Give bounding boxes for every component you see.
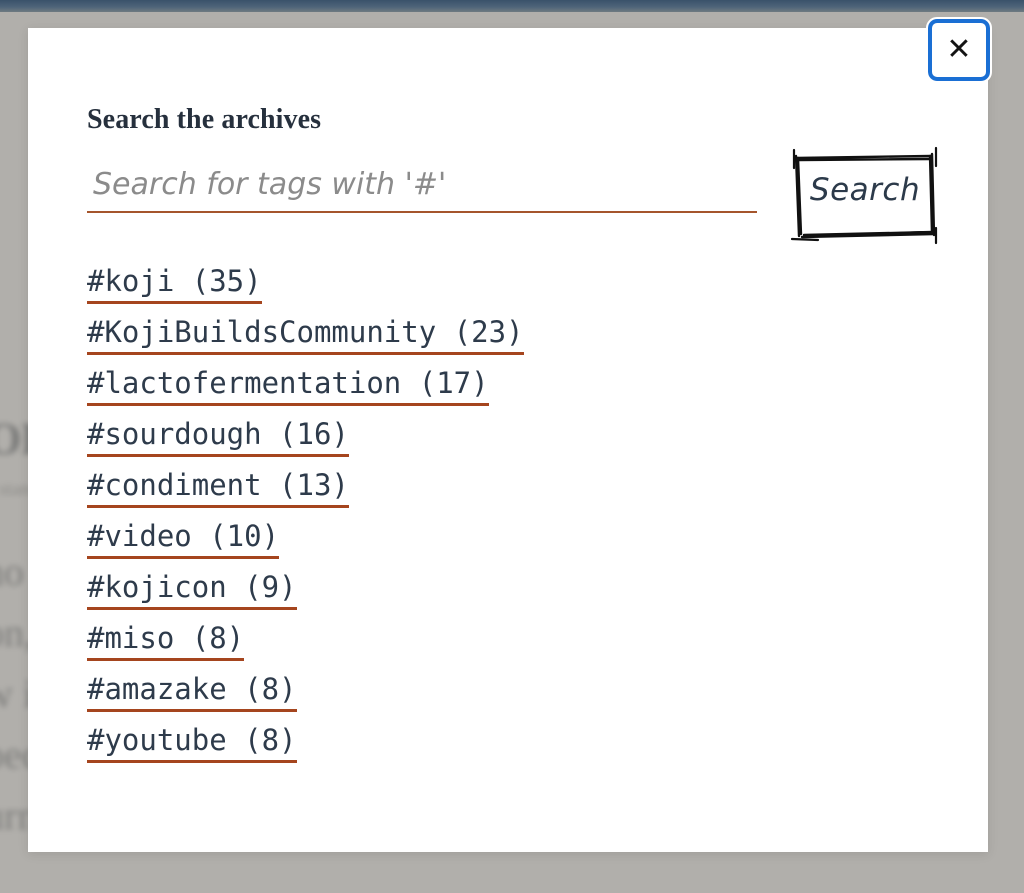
list-item: #lactofermentation (17) [87, 366, 958, 406]
tag-link-koji[interactable]: #koji (35) [87, 264, 262, 304]
list-item: #koji (35) [87, 264, 958, 304]
tag-link-amazake[interactable]: #amazake (8) [87, 672, 297, 712]
tag-link-kojicon[interactable]: #kojicon (9) [87, 570, 297, 610]
tag-list: #koji (35) #KojiBuildsCommunity (23) #la… [87, 264, 958, 763]
search-modal: ✕ Search the archives Search for tags wi… [28, 17, 992, 852]
list-item: #youtube (8) [87, 723, 958, 763]
tag-link-lactofermentation[interactable]: #lactofermentation (17) [87, 366, 489, 406]
list-item: #KojiBuildsCommunity (23) [87, 315, 958, 355]
list-item: #video (10) [87, 519, 958, 559]
tag-link-miso[interactable]: #miso (8) [87, 621, 245, 661]
search-row: Search [87, 146, 958, 259]
tag-link-kojibuildscommunity[interactable]: #KojiBuildsCommunity (23) [87, 315, 524, 355]
search-input[interactable] [87, 161, 757, 213]
close-icon[interactable]: ✕ [926, 17, 992, 83]
page-title: Search the archives [87, 104, 322, 135]
list-item: #amazake (8) [87, 672, 958, 712]
tag-link-condiment[interactable]: #condiment (13) [87, 468, 349, 508]
tag-link-youtube[interactable]: #youtube (8) [87, 723, 297, 763]
list-item: #condiment (13) [87, 468, 958, 508]
search-button[interactable]: Search [790, 140, 940, 248]
list-item: #kojicon (9) [87, 570, 958, 610]
modal-body: Search the archives Search #ko [87, 104, 958, 852]
close-icon-glyph: ✕ [946, 32, 972, 67]
tag-link-sourdough[interactable]: #sourdough (16) [87, 417, 349, 457]
list-item: #sourdough (16) [87, 417, 958, 457]
search-button-label: Search [809, 172, 921, 208]
list-item: #miso (8) [87, 621, 958, 661]
tag-link-video[interactable]: #video (10) [87, 519, 280, 559]
browser-top-bar [0, 0, 1024, 12]
